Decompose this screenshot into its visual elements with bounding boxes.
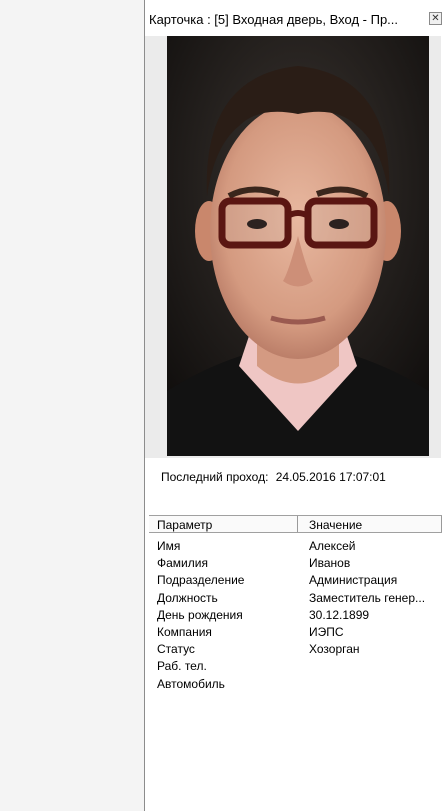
row-param: Фамилия	[157, 556, 208, 571]
table-row[interactable]: Подразделение Администрация	[149, 573, 442, 590]
table-body: Имя Алексей Фамилия Иванов Подразделение…	[149, 539, 442, 694]
column-header-parameter[interactable]: Параметр	[157, 518, 212, 532]
row-param: Компания	[157, 624, 212, 639]
column-header-value[interactable]: Значение	[309, 518, 362, 532]
table-row[interactable]: Автомобиль	[149, 677, 442, 694]
row-value: 30.12.1899	[309, 607, 370, 622]
row-param: Подразделение	[157, 573, 245, 588]
window-title: Карточка : [5] Входная дверь, Вход - Пр.…	[149, 12, 399, 27]
row-param: Должность	[157, 590, 218, 605]
table-row[interactable]: Фамилия Иванов	[149, 556, 442, 573]
left-empty-pane	[0, 0, 144, 811]
person-photo	[167, 36, 429, 456]
title-bar[interactable]: Карточка : [5] Входная дверь, Вход - Пр.…	[145, 0, 445, 36]
row-value: Администрация	[309, 573, 398, 588]
table-row[interactable]: День рождения 30.12.1899	[149, 608, 442, 625]
row-param: Статус	[157, 642, 195, 657]
photo-frame	[145, 36, 441, 458]
table-row[interactable]: Раб. тел.	[149, 659, 442, 676]
row-param: Автомобиль	[157, 676, 225, 691]
last-pass-value: 24.05.2016 17:07:01	[275, 470, 386, 484]
row-value: Алексей	[309, 539, 356, 553]
table-row[interactable]: Компания ИЭПС	[149, 625, 442, 642]
last-pass-row: Последний проход: 24.05.2016 17:07:01	[161, 470, 386, 484]
table-header: Параметр Значение	[149, 515, 442, 533]
table-row[interactable]: Статус Хозорган	[149, 642, 442, 659]
parameters-table: Параметр Значение Имя Алексей Фамилия Ив…	[149, 515, 442, 811]
row-value: Иванов	[309, 556, 351, 571]
row-value: ИЭПС	[309, 624, 344, 639]
column-divider[interactable]	[297, 516, 298, 532]
row-param: День рождения	[157, 607, 243, 622]
table-row[interactable]: Должность Заместитель генер...	[149, 591, 442, 608]
table-row[interactable]: Имя Алексей	[149, 539, 442, 556]
last-pass-label: Последний проход:	[161, 470, 269, 484]
row-param: Раб. тел.	[157, 659, 207, 674]
close-icon[interactable]: ✕	[429, 12, 442, 25]
row-value: Хозорган	[309, 642, 360, 657]
column-divider[interactable]	[441, 516, 442, 532]
card-window: Карточка : [5] Входная дверь, Вход - Пр.…	[144, 0, 445, 811]
row-value: Заместитель генер...	[309, 590, 426, 605]
row-param: Имя	[157, 539, 181, 553]
